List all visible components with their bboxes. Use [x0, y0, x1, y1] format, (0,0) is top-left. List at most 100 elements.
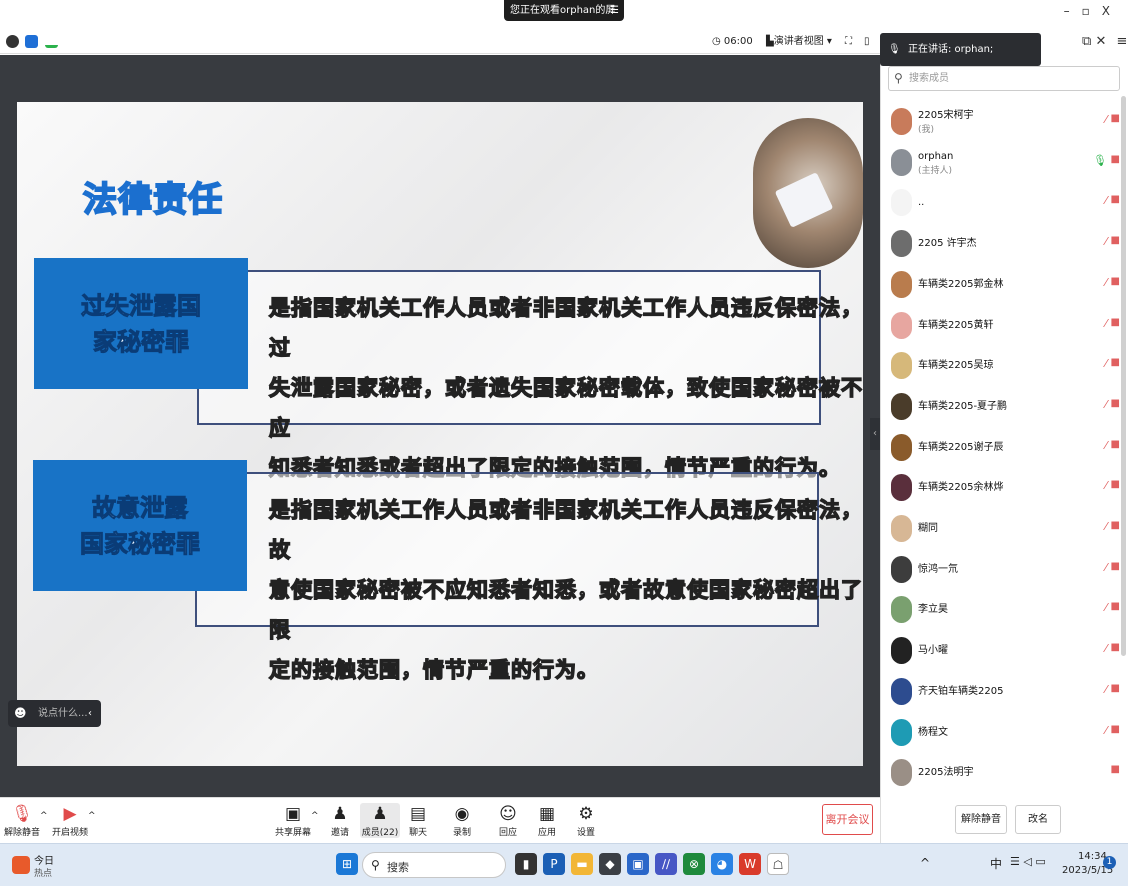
wps-icon[interactable]: W [739, 853, 761, 875]
camera-off-icon[interactable]: ■ [1111, 154, 1120, 165]
mic-muted-icon[interactable]: ⁄ [1105, 601, 1107, 614]
panel-menu-icon[interactable]: ≡ [1116, 34, 1127, 49]
member-row[interactable]: 马小曜 ⁄ ■ [888, 630, 1124, 670]
layout-icon[interactable]: ▯ [864, 35, 870, 48]
share-screen-button[interactable]: ▣ 共享屏幕 ^ [273, 803, 319, 838]
mic-muted-icon[interactable]: ⁄ [1105, 357, 1107, 370]
mic-muted-icon[interactable]: ⁄ [1105, 113, 1107, 126]
tencent-meeting-icon[interactable]: ◕ [711, 853, 733, 875]
close-icon[interactable]: X [1102, 4, 1122, 18]
record-button[interactable]: ◉ 录制 [442, 803, 482, 838]
emoji-icon[interactable]: ☻ [14, 700, 27, 727]
members-button[interactable]: ♟ 成员(22) [360, 803, 400, 838]
store-icon[interactable]: ▣ [627, 853, 649, 875]
camera-off-icon[interactable]: ■ [1111, 520, 1120, 531]
mic-muted-icon[interactable]: ⁄ [1105, 479, 1107, 492]
member-row[interactable]: 车辆类2205郭金林 ⁄ ■ [888, 264, 1124, 304]
member-row[interactable]: 车辆类2205吴琼 ⁄ ■ [888, 345, 1124, 385]
taskbar-search[interactable]: ⚲ 搜索 [362, 852, 506, 878]
speaker-view-button[interactable]: ▙演讲者视图 ▾ [766, 35, 832, 48]
camera-off-icon[interactable]: ■ [1111, 439, 1120, 450]
chat-button[interactable]: ▤ 聊天 [398, 803, 438, 838]
member-row[interactable]: 惊鸿一氘 ⁄ ■ [888, 549, 1124, 589]
reactions-button[interactable]: ☺ 回应 [488, 803, 528, 838]
member-row[interactable]: 李立昊 ⁄ ■ [888, 589, 1124, 629]
camera-off-icon[interactable]: ■ [1111, 601, 1120, 612]
member-row[interactable]: 杨程文 ⁄ ■ [888, 712, 1124, 752]
member-row[interactable]: 2205 许宇杰 ⁄ ■ [888, 223, 1124, 263]
mic-muted-icon[interactable]: ⁄ [1105, 520, 1107, 533]
chevron-left-icon[interactable]: ‹ [88, 700, 92, 727]
member-row[interactable]: 车辆类2205黄轩 ⁄ ■ [888, 305, 1124, 345]
mic-muted-icon[interactable]: ⁄ [1105, 683, 1107, 696]
camera-off-icon[interactable]: ■ [1111, 561, 1120, 572]
chat-input-bar[interactable]: ☻ 说点什么... ‹ [8, 700, 101, 727]
ime-indicator[interactable]: 中 [990, 855, 1002, 872]
camera-off-icon[interactable]: ■ [1111, 235, 1120, 246]
app-icon[interactable]: ☖ [767, 853, 789, 875]
mic-muted-icon[interactable]: ⁄ [1105, 235, 1107, 248]
member-row[interactable]: 2205宋柯宇 (我) ⁄ ■ [888, 101, 1124, 141]
restore-icon[interactable]: ▫ [1082, 4, 1102, 18]
member-row[interactable]: orphan (主持人) 🎙 ■ [888, 142, 1124, 182]
camera-off-icon[interactable]: ■ [1111, 317, 1120, 328]
fullscreen-icon[interactable]: ⛶ [845, 35, 852, 48]
member-row[interactable]: 车辆类2205余林烨 ⁄ ■ [888, 467, 1124, 507]
mic-muted-icon[interactable]: ⁄ [1105, 276, 1107, 289]
panel-unmute-all-button[interactable]: 解除静音 [955, 805, 1007, 834]
camera-off-icon[interactable]: ■ [1111, 194, 1120, 205]
wifi-volume-battery-icon[interactable]: ☰ ◁ ▭ [1010, 855, 1046, 868]
member-row[interactable]: 车辆类2205-夏子鹏 ⁄ ■ [888, 386, 1124, 426]
camera-off-icon[interactable]: ■ [1111, 683, 1120, 694]
member-row[interactable]: 齐天铂车辆类2205 ⁄ ■ [888, 671, 1124, 711]
settings-button[interactable]: ⚙ 设置 [566, 803, 606, 838]
tray-overflow-icon[interactable]: ^ [920, 856, 930, 870]
member-row[interactable]: .. ⁄ ■ [888, 182, 1124, 222]
info-icon[interactable] [6, 35, 19, 48]
unmute-button[interactable]: 🎙 解除静音 ^ [2, 803, 48, 838]
collapse-panel-button[interactable]: ‹ [870, 418, 880, 450]
camera-off-icon[interactable]: ■ [1111, 276, 1120, 287]
xbox-icon[interactable]: ⊗ [683, 853, 705, 875]
minimize-icon[interactable]: – [1064, 4, 1082, 18]
file-explorer-icon[interactable]: ▬ [571, 853, 593, 875]
invite-button[interactable]: ♟ 邀请 [320, 803, 360, 838]
member-row[interactable]: 车辆类2205谢子辰 ⁄ ■ [888, 427, 1124, 467]
signal-icon[interactable] [45, 35, 58, 48]
mic-muted-icon[interactable]: ⁄ [1105, 439, 1107, 452]
visual-studio-icon[interactable]: ∕∕ [655, 853, 677, 875]
menu-icon[interactable]: ☰ [610, 0, 619, 21]
camera-off-icon[interactable]: ■ [1111, 764, 1120, 775]
rename-button[interactable]: 改名 [1015, 805, 1061, 834]
member-row[interactable]: 2205法明宇 ■ [888, 752, 1124, 792]
camera-off-icon[interactable]: ■ [1111, 724, 1120, 735]
member-list-scrollbar[interactable] [1121, 96, 1126, 656]
member-search-input[interactable]: ⚲ 搜索成员 [888, 66, 1120, 91]
apps-button[interactable]: ▦ 应用 [527, 803, 567, 838]
leave-meeting-button[interactable]: 离开会议 [822, 804, 873, 835]
mic-muted-icon[interactable]: ⁄ [1105, 724, 1107, 737]
notification-badge[interactable]: 1 [1103, 856, 1116, 869]
camera-off-icon[interactable]: ■ [1111, 479, 1120, 490]
windows-start-icon[interactable]: ⊞ [336, 853, 358, 875]
shield-icon[interactable] [25, 35, 38, 48]
member-row[interactable]: 糊同 ⁄ ■ [888, 508, 1124, 548]
mic-muted-icon[interactable]: ⁄ [1105, 194, 1107, 207]
calendar-icon[interactable] [12, 856, 30, 874]
mic-muted-icon[interactable]: ⁄ [1105, 398, 1107, 411]
camera-off-icon[interactable]: ■ [1111, 398, 1120, 409]
mic-muted-icon[interactable]: ⁄ [1105, 642, 1107, 655]
close-panel-icon[interactable]: ✕ [1095, 34, 1106, 49]
screen-share-banner[interactable]: 您正在观看orphan的屏幕 ☰ [504, 0, 624, 37]
mic-muted-icon[interactable]: ⁄ [1105, 317, 1107, 330]
popout-icon[interactable]: ⧉ [1082, 34, 1091, 49]
camera-off-icon[interactable]: ■ [1111, 642, 1120, 653]
camera-off-icon[interactable]: ■ [1111, 357, 1120, 368]
mic-muted-icon[interactable]: ⁄ [1105, 561, 1107, 574]
steam-icon[interactable]: ◆ [599, 853, 621, 875]
start-video-button[interactable]: ▶ 开启视频 ^ [50, 803, 96, 838]
pcl-app-icon[interactable]: P [543, 853, 565, 875]
task-view-icon[interactable]: ▮ [515, 853, 537, 875]
mic-on-icon[interactable]: 🎙 [1093, 154, 1107, 167]
camera-off-icon[interactable]: ■ [1111, 113, 1120, 124]
